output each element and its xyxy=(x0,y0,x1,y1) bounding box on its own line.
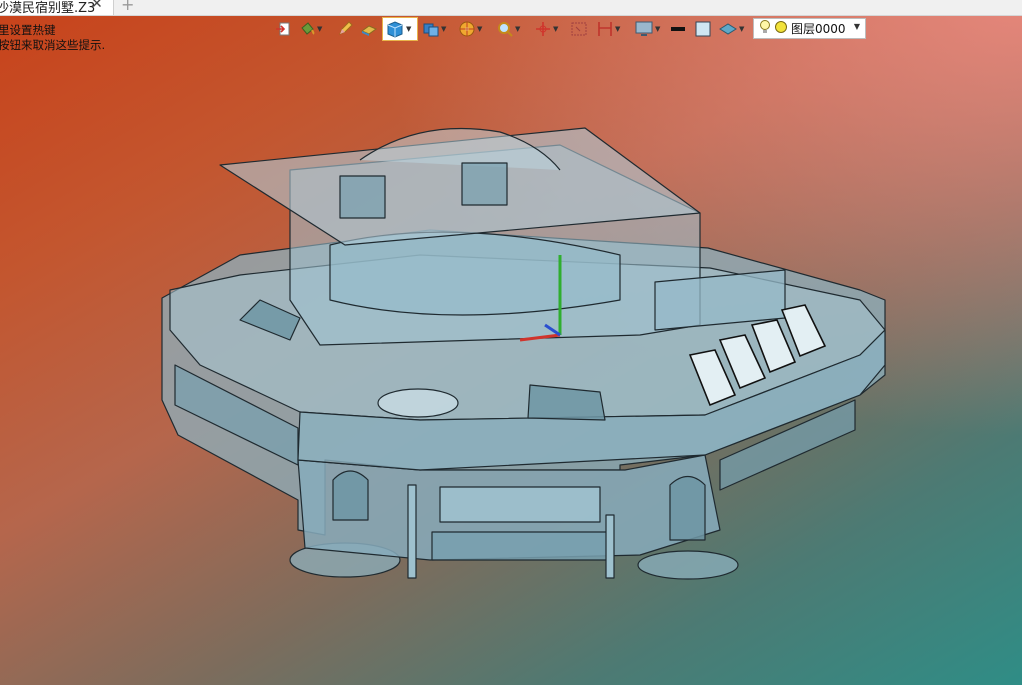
layer-select[interactable]: 图层0000 ▼ xyxy=(753,18,866,39)
chevron-down-icon: ▼ xyxy=(441,25,447,33)
paint-bucket-icon xyxy=(298,20,316,38)
material-icon xyxy=(718,20,738,38)
clip-plane-icon xyxy=(596,20,614,38)
paint-bucket-button[interactable]: ▼ xyxy=(298,17,322,41)
house-model[interactable] xyxy=(0,0,1022,685)
exit-button[interactable] xyxy=(274,17,292,41)
document-tab-title: 沙漠民宿别墅.Z3 xyxy=(0,1,96,16)
display-monitor-icon xyxy=(634,20,654,38)
material-button[interactable]: ▼ xyxy=(718,17,744,41)
line-weight-icon xyxy=(670,20,686,38)
chevron-down-icon: ▼ xyxy=(655,25,661,33)
model-window-left xyxy=(339,175,386,219)
close-icon[interactable]: ✕ xyxy=(91,0,103,12)
frame-select-icon xyxy=(570,20,588,38)
chevron-down-icon: ▼ xyxy=(406,25,412,33)
eraser-button[interactable] xyxy=(360,17,378,41)
lightbulb-icon[interactable] xyxy=(759,19,771,38)
chevron-down-icon: ▼ xyxy=(739,25,745,33)
color-square-icon xyxy=(694,20,712,38)
new-tab-button[interactable]: + xyxy=(121,0,134,14)
pencil-icon xyxy=(336,20,354,38)
model-front-bench xyxy=(431,531,611,561)
chevron-down-icon: ▼ xyxy=(515,25,521,33)
exit-icon xyxy=(274,20,292,38)
zoom-icon xyxy=(496,20,514,38)
zoom-button[interactable]: ▼ xyxy=(496,17,520,41)
model-cactus-right xyxy=(605,514,615,579)
pencil-button[interactable] xyxy=(336,17,354,41)
model-base-right xyxy=(637,550,739,580)
model-door-right xyxy=(669,475,706,541)
eraser-icon xyxy=(360,20,378,38)
chevron-down-icon: ▼ xyxy=(477,25,483,33)
model-window-right xyxy=(461,162,508,206)
chevron-down-icon: ▼ xyxy=(615,25,621,33)
color-square-button[interactable] xyxy=(694,17,712,41)
hint-line-1: 里设置热键 xyxy=(0,23,56,37)
shaded-view-button[interactable]: ▼ xyxy=(382,17,418,41)
model-round-table xyxy=(377,388,459,418)
layer-color-icon xyxy=(774,20,788,37)
document-tab[interactable]: 沙漠民宿别墅.Z3 ✕ xyxy=(0,0,114,16)
shaded-cube-icon xyxy=(385,19,405,39)
model-door-left xyxy=(332,470,369,521)
model-cactus-left xyxy=(407,484,417,579)
layer-name: 图层0000 xyxy=(791,22,846,36)
color-wheel-button[interactable]: ▼ xyxy=(458,17,482,41)
display-mode-button[interactable]: ▼ xyxy=(634,17,660,41)
chevron-down-icon: ▼ xyxy=(553,25,559,33)
chevron-down-icon: ▼ xyxy=(317,25,323,33)
line-weight-button[interactable] xyxy=(670,17,686,41)
hint-line-2: 按钮来取消这些提示. xyxy=(0,38,106,52)
frame-select-button[interactable] xyxy=(570,17,588,41)
axis-pivot-button[interactable]: ▼ xyxy=(534,17,558,41)
chevron-down-icon: ▼ xyxy=(853,22,860,31)
model-front-panel xyxy=(439,486,601,523)
cube-styles-button[interactable]: ▼ xyxy=(422,17,446,41)
color-wheel-icon xyxy=(458,20,476,38)
document-tab-bar: 沙漠民宿别墅.Z3 ✕ + xyxy=(0,0,1022,16)
cube-styles-icon xyxy=(422,20,440,38)
clip-plane-button[interactable]: ▼ xyxy=(596,17,620,41)
axis-pivot-icon xyxy=(534,20,552,38)
